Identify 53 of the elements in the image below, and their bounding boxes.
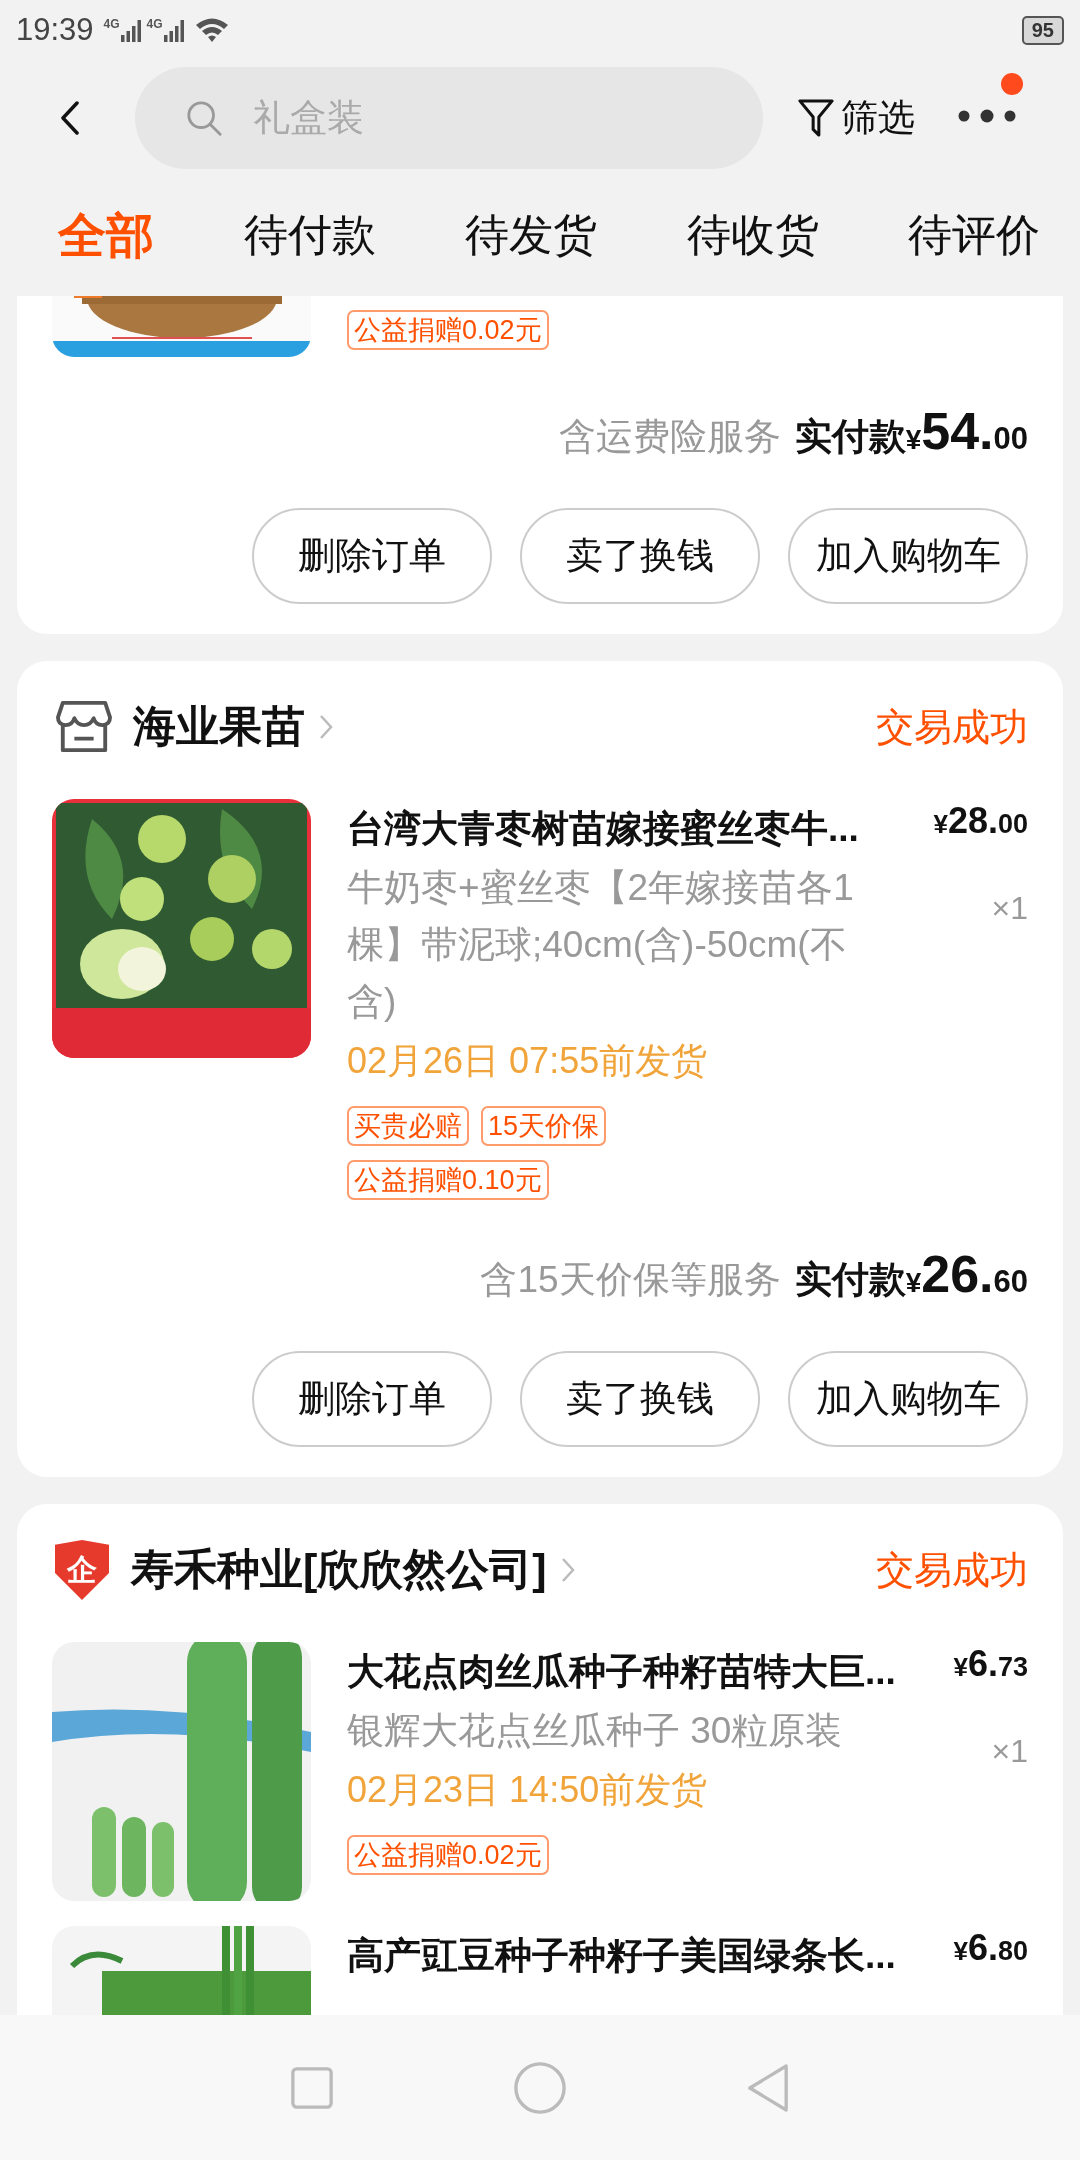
ship-deadline: 02月23日 14:50前发货 xyxy=(347,1768,709,1812)
order-action-button[interactable]: 卖了换钱 xyxy=(520,1351,760,1447)
battery-indicator: 95 xyxy=(1021,15,1064,45)
order-action-button[interactable]: 加入购物车 xyxy=(788,508,1028,604)
service-tag: 公益捐赠0.02元 xyxy=(347,310,549,350)
product-title[interactable]: 大花点肉丝瓜种子种籽苗特大巨... xyxy=(347,1642,896,1702)
back-icon[interactable] xyxy=(60,100,80,135)
service-tag: 15天价保 xyxy=(481,1106,607,1146)
recent-apps-icon[interactable] xyxy=(289,2065,334,2110)
quantity: ×1 xyxy=(990,889,1028,928)
unit-price: ¥6.80 xyxy=(952,1928,1028,1970)
network-label: 4G xyxy=(103,18,120,30)
order-action-button[interactable]: 卖了换钱 xyxy=(520,508,760,604)
unit-price: ¥6.73 xyxy=(952,1644,1028,1686)
service-tag: 公益捐赠0.10元 xyxy=(347,1160,549,1200)
paid-total: 实付款¥54.00 xyxy=(794,401,1028,462)
product-spec: 银辉大花点丝瓜种子 30粒原装 xyxy=(347,1709,844,1753)
paid-total: 实付款¥26.60 xyxy=(794,1244,1028,1305)
back-nav-icon[interactable] xyxy=(746,2062,791,2113)
more-icon xyxy=(957,109,1017,123)
order-tab[interactable]: 待发货 xyxy=(465,206,597,265)
order-tab[interactable]: 待收货 xyxy=(686,206,819,265)
order-tab[interactable]: 待付款 xyxy=(243,206,376,265)
order-status: 交易成功 xyxy=(876,1547,1028,1593)
unit-price: ¥28.00 xyxy=(932,801,1028,843)
service-tag: 买贵必赔 xyxy=(347,1106,469,1146)
status-time: 19:39 xyxy=(16,12,94,48)
chevron-right-icon xyxy=(560,1557,575,1583)
quantity: ×1 xyxy=(990,1732,1028,1771)
order-action-button[interactable]: 删除订单 xyxy=(252,1351,492,1447)
filter-button[interactable]: 筛选 xyxy=(797,92,915,143)
filter-icon xyxy=(797,96,835,139)
signal-icon xyxy=(120,20,141,42)
shop-name[interactable]: 寿禾种业[欣欣然公司] xyxy=(131,1541,547,1599)
order-status: 交易成功 xyxy=(876,704,1028,750)
service-note: 含15天价保等服务 xyxy=(480,1258,781,1302)
search-field[interactable]: 礼盒装 xyxy=(135,66,763,169)
product-spec: 牛奶枣+蜜丝枣【2年嫁接苗各1棵】带泥球;40cm(含)-50cm(不含) xyxy=(347,866,855,1024)
enterprise-badge: 企 xyxy=(55,1540,109,1600)
store-icon xyxy=(55,700,113,754)
signal-icon xyxy=(163,20,184,42)
shop-name[interactable]: 海业果苗 xyxy=(133,698,305,756)
product-title[interactable]: 台湾大青枣树苗嫁接蜜丝枣牛... xyxy=(347,799,859,859)
chevron-right-icon xyxy=(319,714,333,740)
product-title[interactable]: 高产豇豆种子种籽子美国绿条长... xyxy=(347,1926,896,1986)
network-label: 4G xyxy=(146,18,163,30)
service-note: 含运费险服务 xyxy=(558,415,781,459)
home-icon[interactable] xyxy=(513,2060,567,2115)
ship-deadline: 02月26日 07:55前发货 xyxy=(347,1039,709,1083)
service-tag: 公益捐赠0.02元 xyxy=(347,1835,549,1875)
order-action-button[interactable]: 删除订单 xyxy=(252,508,492,604)
order-action-button[interactable]: 加入购物车 xyxy=(788,1351,1028,1447)
order-tab[interactable]: 待评价 xyxy=(908,206,1040,265)
